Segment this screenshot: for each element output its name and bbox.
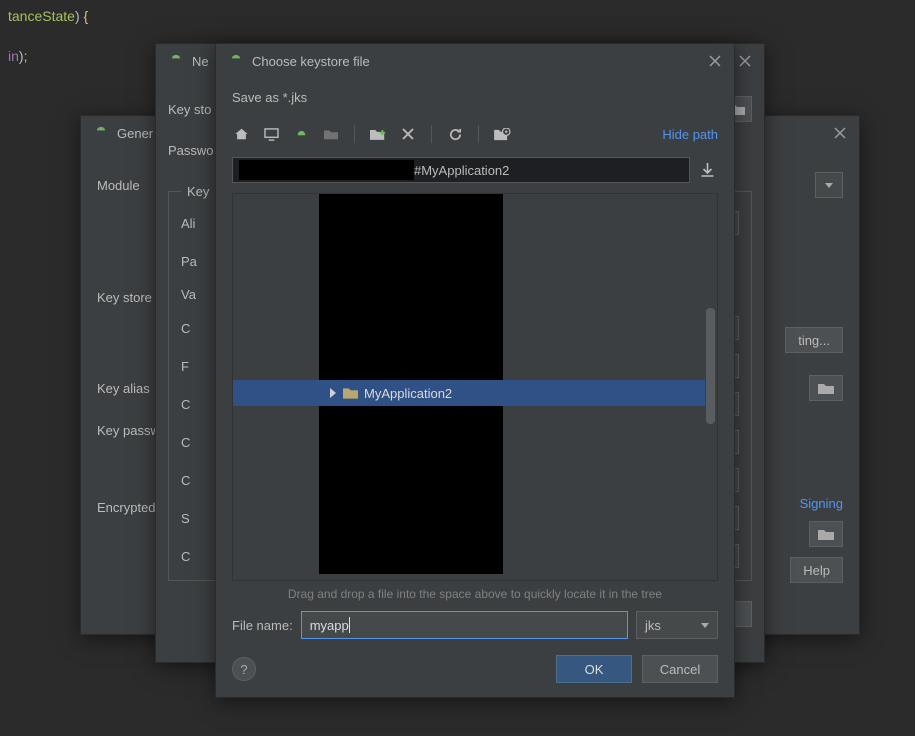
path-field[interactable]: #MyApplication2 <box>232 157 690 183</box>
hide-path-link[interactable]: Hide path <box>662 127 718 142</box>
signing-link[interactable]: Signing <box>800 496 843 511</box>
file-tree[interactable]: MyApplication2 <box>232 193 718 581</box>
cert-label: F <box>181 359 211 374</box>
dialog-button-row: ? OK Cancel <box>232 649 718 683</box>
keypass-label: Pa <box>181 254 211 269</box>
help-button[interactable]: ? <box>232 657 256 681</box>
extension-dropdown[interactable]: jks <box>636 611 718 639</box>
refresh-icon[interactable] <box>446 125 464 143</box>
redacted-block <box>319 194 503 380</box>
file-toolbar: Hide path <box>232 121 718 147</box>
desktop-icon[interactable] <box>262 125 280 143</box>
folder-button-2[interactable] <box>809 521 843 547</box>
cert-label: C <box>181 397 211 412</box>
help-button[interactable]: Help <box>790 557 843 583</box>
new-folder-icon[interactable] <box>369 125 387 143</box>
keystore-label: Key sto <box>168 102 220 117</box>
drag-drop-hint: Drag and drop a file into the space abov… <box>232 587 718 601</box>
android-icon <box>93 125 109 141</box>
path-suffix: #MyApplication2 <box>414 163 509 178</box>
existing-button[interactable]: ting... <box>785 327 843 353</box>
key-legend: Key <box>181 184 215 199</box>
delete-icon[interactable] <box>399 125 417 143</box>
folder-name: MyApplication2 <box>364 386 452 401</box>
titlebar: Choose keystore file <box>216 44 734 78</box>
choose-keystore-dialog: Choose keystore file Save as *.jks Hide … <box>215 43 735 698</box>
close-icon[interactable] <box>706 52 724 70</box>
save-history-icon[interactable] <box>696 159 718 181</box>
cert-label: C <box>181 473 211 488</box>
show-hidden-icon[interactable] <box>493 125 511 143</box>
alias-label: Ali <box>181 216 211 231</box>
android-icon <box>168 53 184 69</box>
dialog-title: Choose keystore file <box>252 54 722 69</box>
home-icon[interactable] <box>232 125 250 143</box>
module-icon[interactable] <box>322 125 340 143</box>
separator <box>354 125 355 143</box>
separator <box>478 125 479 143</box>
close-icon[interactable] <box>831 124 849 142</box>
cert-label: C <box>181 549 211 564</box>
tree-scrollbar[interactable] <box>706 308 715 424</box>
module-dropdown[interactable] <box>815 172 843 198</box>
expand-icon[interactable] <box>329 388 337 398</box>
tree-selected-row[interactable]: MyApplication2 <box>233 380 705 406</box>
filename-label: File name: <box>232 618 293 633</box>
android-icon <box>228 53 244 69</box>
text-cursor <box>349 617 350 633</box>
path-bar: #MyApplication2 <box>232 157 718 183</box>
folder-icon <box>343 387 358 399</box>
filename-input[interactable]: myapp <box>301 611 628 639</box>
save-as-label: Save as *.jks <box>232 88 718 111</box>
cert-label: S <box>181 511 211 526</box>
filename-row: File name: myapp jks <box>232 611 718 639</box>
close-icon[interactable] <box>736 52 754 70</box>
folder-button[interactable] <box>809 375 843 401</box>
ok-button[interactable]: OK <box>556 655 632 683</box>
chevron-down-icon <box>701 623 709 628</box>
extension-value: jks <box>645 618 661 633</box>
cert-label: C <box>181 435 211 450</box>
redacted-path <box>239 160 414 180</box>
cancel-button[interactable]: Cancel <box>642 655 718 683</box>
validity-label: Va <box>181 287 211 302</box>
redacted-block <box>319 406 503 574</box>
cert-label: C <box>181 321 211 336</box>
password-label: Passwo <box>168 143 220 158</box>
project-icon[interactable] <box>292 125 310 143</box>
code-editor-bg: tanceState) { in); <box>0 0 88 72</box>
filename-value: myapp <box>310 618 349 633</box>
separator <box>431 125 432 143</box>
